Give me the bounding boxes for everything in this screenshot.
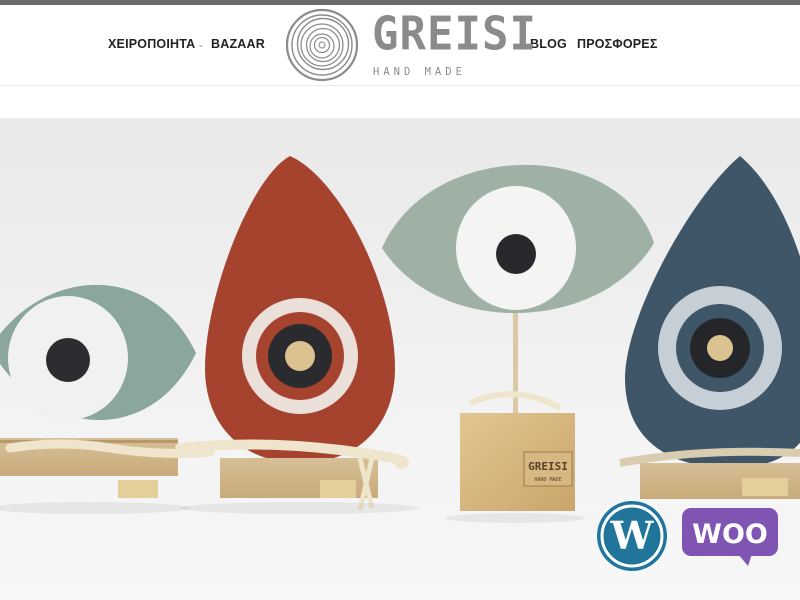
site-logo[interactable]: GREISI HAND MADE bbox=[285, 8, 536, 82]
logo-wordmark: GREISI bbox=[372, 7, 537, 62]
chevron-down-icon: ⌄ bbox=[197, 40, 205, 49]
nav-item-handmade-label: ΧΕΙΡΟΠΟΙΗΤΑ bbox=[108, 37, 196, 51]
hero-banner: GREISI HAND MADE W WOO bbox=[0, 118, 800, 600]
nav-item-handmade[interactable]: ΧΕΙΡΟΠΟΙΗΤΑ ⌄ bbox=[108, 37, 204, 51]
svg-text:W: W bbox=[610, 513, 655, 558]
wordpress-badge[interactable]: W bbox=[596, 500, 668, 572]
product-stamp-name: GREISI bbox=[528, 460, 568, 473]
woocommerce-logo-icon: WOO bbox=[682, 508, 778, 566]
woo-label: WOO bbox=[692, 519, 768, 550]
tree-rings-logo-icon bbox=[285, 8, 359, 82]
woocommerce-badge[interactable]: WOO bbox=[682, 508, 778, 568]
hero-product-photo: GREISI HAND MADE bbox=[0, 118, 800, 600]
header-divider bbox=[0, 85, 800, 86]
wordpress-logo-icon: W bbox=[597, 501, 667, 571]
logo-tagline: HAND MADE bbox=[373, 66, 466, 78]
product-stamp-tagline: HAND MADE bbox=[534, 477, 561, 483]
nav-item-offers[interactable]: ΠΡΟΣΦΟΡΕΣ bbox=[577, 37, 658, 51]
nav-item-bazaar[interactable]: BAZAAR bbox=[211, 37, 265, 51]
